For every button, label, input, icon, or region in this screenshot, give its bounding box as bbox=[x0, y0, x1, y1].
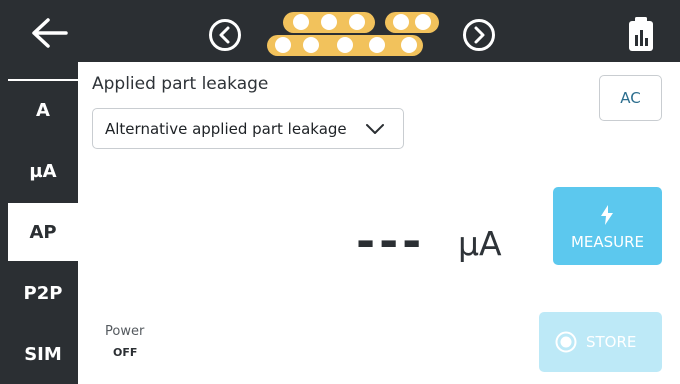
progress-dot bbox=[349, 14, 365, 30]
lightning-bolt-icon bbox=[601, 205, 613, 225]
progress-dot bbox=[293, 14, 309, 30]
progress-dot bbox=[369, 37, 385, 53]
clipboard-chart-icon[interactable] bbox=[626, 16, 656, 52]
sidebar-item-label: A bbox=[36, 99, 50, 121]
top-bar bbox=[0, 0, 680, 62]
sidebar: A µA AP P2P SIM bbox=[0, 62, 78, 384]
sidebar-item-sim[interactable]: SIM bbox=[8, 325, 78, 383]
progress-dot bbox=[401, 37, 417, 53]
sidebar-item-ua[interactable]: µA bbox=[8, 142, 78, 200]
sidebar-item-label: P2P bbox=[23, 282, 63, 304]
progress-pill bbox=[283, 12, 375, 33]
progress-dot bbox=[321, 14, 337, 30]
reading-value: --- bbox=[356, 214, 426, 268]
sidebar-item-a[interactable]: A bbox=[8, 81, 78, 139]
sidebar-item-label: µA bbox=[29, 160, 57, 182]
sidebar-item-ap[interactable]: AP bbox=[8, 203, 78, 261]
ac-button[interactable]: AC bbox=[599, 75, 662, 121]
sidebar-item-p2p[interactable]: P2P bbox=[8, 264, 78, 322]
progress-pill bbox=[267, 35, 423, 56]
power-state: OFF bbox=[113, 346, 138, 359]
reading-unit: µA bbox=[458, 224, 502, 263]
progress-dot bbox=[415, 14, 431, 30]
arrow-left-icon[interactable] bbox=[28, 16, 72, 50]
measure-button[interactable]: MEASURE bbox=[553, 187, 662, 265]
store-button-label: STORE bbox=[586, 333, 637, 351]
progress-dot bbox=[303, 37, 319, 53]
sidebar-item-label: SIM bbox=[24, 343, 62, 365]
power-label: Power bbox=[105, 324, 145, 339]
sidebar-item-label: AP bbox=[29, 221, 57, 243]
chevron-left-circle-icon[interactable] bbox=[208, 18, 242, 52]
progress-pill bbox=[385, 12, 439, 33]
dropdown-value: Alternative applied part leakage bbox=[105, 120, 347, 138]
ac-button-label: AC bbox=[620, 89, 641, 107]
store-button[interactable]: STORE bbox=[539, 312, 662, 372]
test-type-dropdown[interactable]: Alternative applied part leakage bbox=[92, 108, 404, 149]
progress-dot bbox=[275, 37, 291, 53]
record-icon bbox=[555, 331, 577, 353]
measure-button-label: MEASURE bbox=[570, 233, 645, 251]
page-title: Applied part leakage bbox=[92, 74, 269, 94]
progress-dot bbox=[393, 14, 409, 30]
chevron-down-icon bbox=[366, 124, 384, 134]
progress-dot bbox=[337, 37, 353, 53]
chevron-right-circle-icon[interactable] bbox=[462, 18, 496, 52]
